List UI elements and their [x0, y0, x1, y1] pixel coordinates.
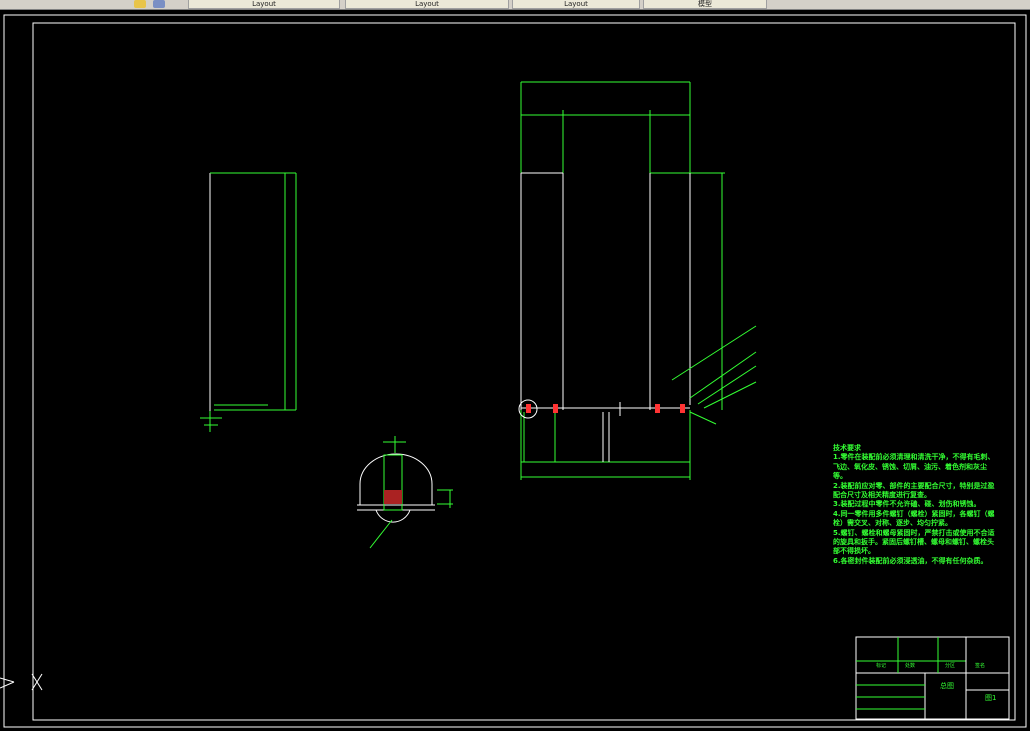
inner-border — [32, 22, 1016, 721]
notes-line: 1.零件在装配前必须清理和清洗干净，不得有毛刺、飞边、氧化皮、锈蚀、切屑、油污、… — [833, 453, 995, 481]
tab-model[interactable]: 模型 — [643, 0, 767, 9]
outer-border — [3, 14, 1027, 728]
tab-layout-2[interactable]: Layout — [345, 0, 509, 9]
title-block-drawing-no: 图1 — [985, 694, 997, 702]
toolbar-icon-2[interactable] — [153, 0, 165, 8]
notes-line: 2.装配前应对零、部件的主要配合尺寸，特别是过盈配合尺寸及相关精度进行复查。 — [833, 481, 995, 500]
title-block-label: 处数 — [905, 663, 916, 669]
toolbar-icon[interactable] — [134, 0, 146, 8]
notes-line: 3.装配过程中零件不允许磕、碰、划伤和锈蚀。 — [833, 500, 981, 509]
notes-line: 5.螺钉、螺栓和螺母紧固时，严禁打击或使用不合适的旋具和扳手。紧固后螺钉槽、螺母… — [833, 528, 995, 556]
notes-title: 技术要求 — [833, 444, 861, 452]
side-view — [200, 172, 297, 432]
title-block-label: 标记 — [876, 663, 887, 669]
layout-tab-bar: Layout Layout Layout 模型 — [0, 0, 1030, 10]
title-block-label: 签名 — [975, 663, 986, 669]
section-view — [357, 436, 453, 549]
technical-notes: 技术要求 1.零件在装配前必须清理和清洗干净，不得有毛刺、飞边、氧化皮、锈蚀、切… — [833, 444, 998, 566]
drawing-canvas[interactable] — [0, 10, 1030, 731]
title-block — [855, 636, 1010, 720]
title-block-label: 分区 — [945, 663, 956, 669]
front-view — [518, 81, 757, 480]
tab-layout-3[interactable]: Layout — [512, 0, 640, 9]
tab-layout-1[interactable]: Layout — [188, 0, 340, 9]
notes-line: 6.各密封件装配前必须浸透油，不得有任何杂质。 — [833, 556, 988, 565]
notes-line: 4.同一零件用多件螺钉（螺栓）紧固时，各螺钉（螺栓）需交叉、对称、逐步、均匀拧紧… — [833, 509, 995, 528]
title-block-part-name: 总图 — [940, 682, 954, 690]
ucs-axis-icon — [0, 673, 43, 691]
